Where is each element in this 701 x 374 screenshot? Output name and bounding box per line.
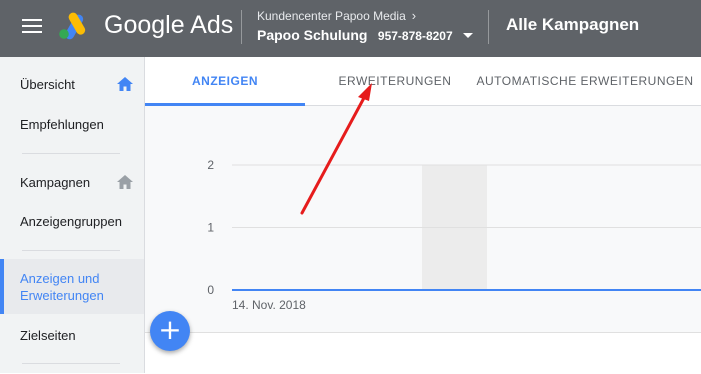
sidebar-item-kampagnen[interactable]: Kampagnen [0,165,144,199]
header-divider [241,10,242,44]
manager-account: Kundencenter Papoo Media › [257,8,473,23]
y-tick-label: 1 [207,221,214,235]
table-area [145,332,701,374]
google-ads-logo [59,12,86,40]
tab-automatische-erweiterungen[interactable]: AUTOMATISCHE ERWEITERUNGEN [475,57,695,105]
chart-svg: 2 1 0 14. Nov. 2018 [207,158,701,312]
sidebar-item-label: Empfehlungen [20,117,104,132]
tab-label: AUTOMATISCHE ERWEITERUNGEN [476,74,694,88]
sidebar-item-anzeigengruppen[interactable]: Anzeigengruppen [0,204,144,238]
tab-label: ERWEITERUNGEN [338,74,452,88]
tab-erweiterungen[interactable]: ERWEITERUNGEN [305,57,485,105]
account-name: Papoo Schulung [257,27,368,43]
y-tick-label: 2 [207,158,214,172]
account-id: 957-878-8207 [377,29,453,43]
sidebar-item-label: Zielseiten [20,328,76,343]
sidebar-divider [22,250,120,251]
sidebar-item-anzeigen-und-erweiterungen[interactable]: Anzeigen und Erweiterungen [0,259,144,314]
active-indicator [0,259,4,314]
header-divider-2 [488,10,489,44]
x-tick-label: 14. Nov. 2018 [232,298,306,312]
sidebar-divider [22,363,120,364]
sidebar-item-label: Anzeigengruppen [20,214,122,229]
add-button[interactable]: + [150,311,190,351]
tab-label: ANZEIGEN [191,74,258,88]
performance-chart: 2 1 0 14. Nov. 2018 [145,106,701,332]
plus-icon: + [158,313,182,346]
y-tick-label: 0 [207,283,214,297]
chevron-right-icon: › [411,8,417,23]
menu-icon[interactable] [22,19,42,35]
sidebar-item-zielseiten[interactable]: Zielseiten [0,321,144,355]
home-icon [117,175,133,189]
sidebar-item-label: Übersicht [20,77,75,92]
sidebar-nav: Übersicht Empfehlungen Kampagnen Anzeige… [0,57,145,373]
sidebar-item-label: Kampagnen [20,175,91,190]
top-app-bar: Google Ads Kundencenter Papoo Media › Pap… [0,0,701,57]
sidebar-item-label: Anzeigen und Erweiterungen [20,271,104,303]
tab-bar: ANZEIGEN ERWEITERUNGEN AUTOMATISCHE ERWE… [145,57,701,106]
account-switcher[interactable]: Kundencenter Papoo Media › Papoo Schulung… [257,8,474,45]
dropdown-arrow-icon[interactable] [463,33,474,39]
manager-account-label: Kundencenter Papoo Media [257,9,406,23]
home-icon [117,77,133,91]
sidebar-item-uebersicht[interactable]: Übersicht [0,67,144,101]
brand-name: Google Ads [104,11,234,39]
tab-anzeigen[interactable]: ANZEIGEN [145,57,305,106]
sidebar-item-empfehlungen[interactable]: Empfehlungen [0,107,144,141]
page-title: Alle Kampagnen [506,15,640,34]
sidebar-divider [22,153,120,154]
